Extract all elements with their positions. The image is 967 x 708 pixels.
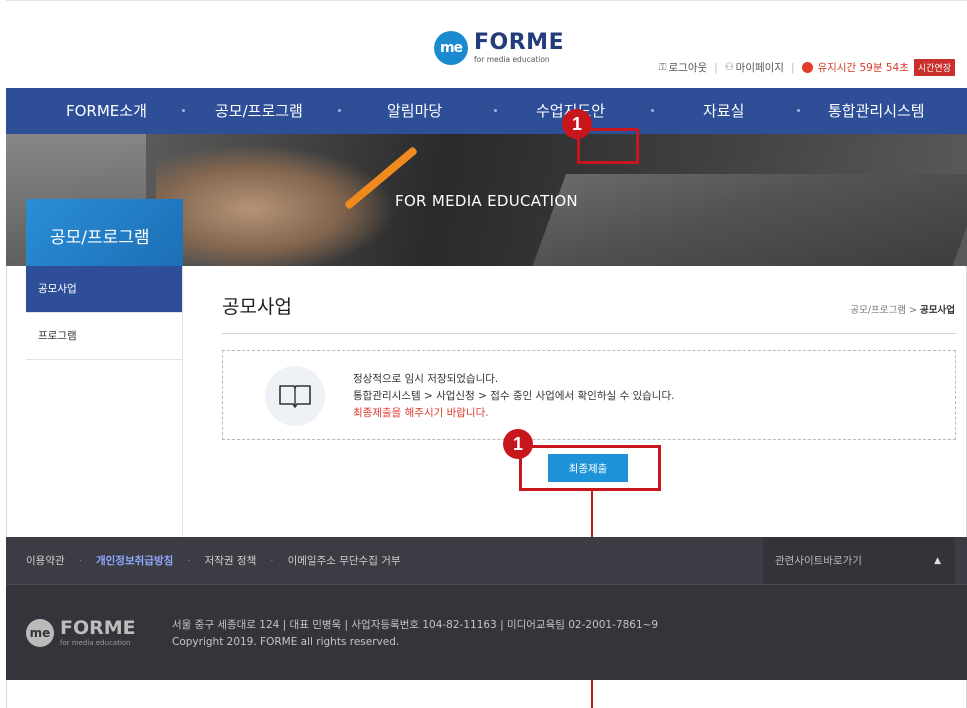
footer-logo-subtitle: for media education xyxy=(60,639,131,647)
related-sites-dropdown[interactable]: 관련사이트바로가기 ▲ xyxy=(763,537,955,584)
nav-item-resources[interactable]: 자료실 xyxy=(703,88,744,134)
nav-separator xyxy=(338,109,341,112)
divider: · xyxy=(270,554,274,567)
divider: | xyxy=(790,61,795,74)
nav-item-admin-system[interactable]: 통합관리시스템 xyxy=(828,88,925,134)
nav-item-about[interactable]: FORME소개 xyxy=(66,88,147,134)
notice-line-2: 통합관리시스템 > 사업신청 > 접수 중인 사업에서 확인하실 수 있습니다. xyxy=(353,390,675,402)
annotation-badge: 1 xyxy=(503,429,533,459)
hero-image-laptop xyxy=(525,174,967,266)
footer-link-terms[interactable]: 이용약관 xyxy=(26,553,65,568)
nav-separator xyxy=(494,109,497,112)
footer-logo-title: FORME xyxy=(60,617,136,639)
footer-logo: me FORME for media education xyxy=(26,619,136,647)
notice-message: 정상적으로 임시 저장되었습니다. 통합관리시스템 > 사업신청 > 접수 중인… xyxy=(353,371,674,422)
copyright-text: Copyright 2019. FORME all rights reserve… xyxy=(172,636,400,648)
extend-time-button[interactable]: 시간연장 xyxy=(913,59,955,76)
footer-logo-mark-icon: me xyxy=(26,619,54,647)
annotation-highlight-box xyxy=(519,445,661,491)
company-info: 서울 중구 세종대로 124 | 대표 민병욱 | 사업자등록번호 104-82… xyxy=(172,617,658,651)
divider: · xyxy=(78,554,82,567)
footer-info: me FORME for media education 서울 중구 세종대로 … xyxy=(6,584,967,680)
related-sites-label: 관련사이트바로가기 xyxy=(775,555,862,567)
lock-icon: ⚿ xyxy=(658,62,667,73)
breadcrumb-parent[interactable]: 공모/프로그램 xyxy=(850,305,906,316)
annotation-badge: 1 xyxy=(562,109,592,139)
nav-item-contest[interactable]: 공모/프로그램 xyxy=(215,88,303,134)
company-address: 서울 중구 세종대로 124 | 대표 민병욱 | 사업자등록번호 104-82… xyxy=(172,619,659,631)
logout-link[interactable]: 로그아웃 xyxy=(669,60,708,75)
main-nav: FORME소개 공모/프로그램 알림마당 수업지도안 자료실 통합관리시스템 xyxy=(6,88,967,134)
caret-up-icon: ▲ xyxy=(934,555,941,566)
site-header: me FORME for media education ⚿ 로그아웃 | ⚇ … xyxy=(6,0,967,88)
notice-box: 정상적으로 임시 저장되었습니다. 통합관리시스템 > 사업신청 > 접수 중인… xyxy=(222,350,956,440)
notice-line-1: 정상적으로 임시 저장되었습니다. xyxy=(353,373,499,385)
footer-link-copyright[interactable]: 저작권 정책 xyxy=(205,553,257,568)
site-logo[interactable]: me FORME for media education xyxy=(434,31,564,65)
user-icon: ⚇ xyxy=(724,62,734,73)
nav-item-notice[interactable]: 알림마당 xyxy=(387,88,442,134)
section-title-box: 공모/프로그램 xyxy=(26,199,183,266)
logo-title: FORME xyxy=(474,30,565,56)
book-icon xyxy=(265,366,325,426)
breadcrumb: 공모/프로그램 > 공모사업 xyxy=(850,302,955,316)
footer-link-email-policy[interactable]: 이메일주소 무단수집 거부 xyxy=(288,553,401,568)
session-timer: 유지시간 59분 54초 xyxy=(817,62,909,74)
nav-separator xyxy=(797,109,800,112)
logo-text: FORME for media education xyxy=(474,32,564,64)
logo-mark-icon: me xyxy=(434,31,468,65)
notice-line-3: 최종제출을 해주시기 바랍니다. xyxy=(353,407,489,419)
side-menu: 공모사업 프로그램 xyxy=(26,266,183,537)
side-item-contest[interactable]: 공모사업 xyxy=(26,266,182,313)
utility-bar: ⚿ 로그아웃 | ⚇ 마이페이지 | 유지시간 59분 54초 시간연장 xyxy=(659,59,955,76)
mypage-link[interactable]: 마이페이지 xyxy=(736,60,784,75)
footer-link-privacy[interactable]: 개인정보취급방침 xyxy=(96,553,173,568)
nav-separator xyxy=(651,109,654,112)
side-item-program[interactable]: 프로그램 xyxy=(26,313,182,360)
title-divider xyxy=(222,333,956,334)
clock-icon xyxy=(801,62,813,73)
divider: · xyxy=(187,554,191,567)
breadcrumb-separator: > xyxy=(906,305,921,316)
logo-subtitle: for media education xyxy=(474,55,550,65)
footer-links-bar: 이용약관 · 개인정보취급방침 · 저작권 정책 · 이메일주소 무단수집 거부… xyxy=(6,537,967,584)
footer-logo-text: FORME for media education xyxy=(60,619,136,647)
breadcrumb-current: 공모사업 xyxy=(920,305,955,316)
page-title: 공모사업 xyxy=(222,296,292,318)
divider: | xyxy=(714,61,718,74)
nav-separator xyxy=(182,109,185,112)
footer-links: 이용약관 · 개인정보취급방침 · 저작권 정책 · 이메일주소 무단수집 거부 xyxy=(26,537,401,584)
